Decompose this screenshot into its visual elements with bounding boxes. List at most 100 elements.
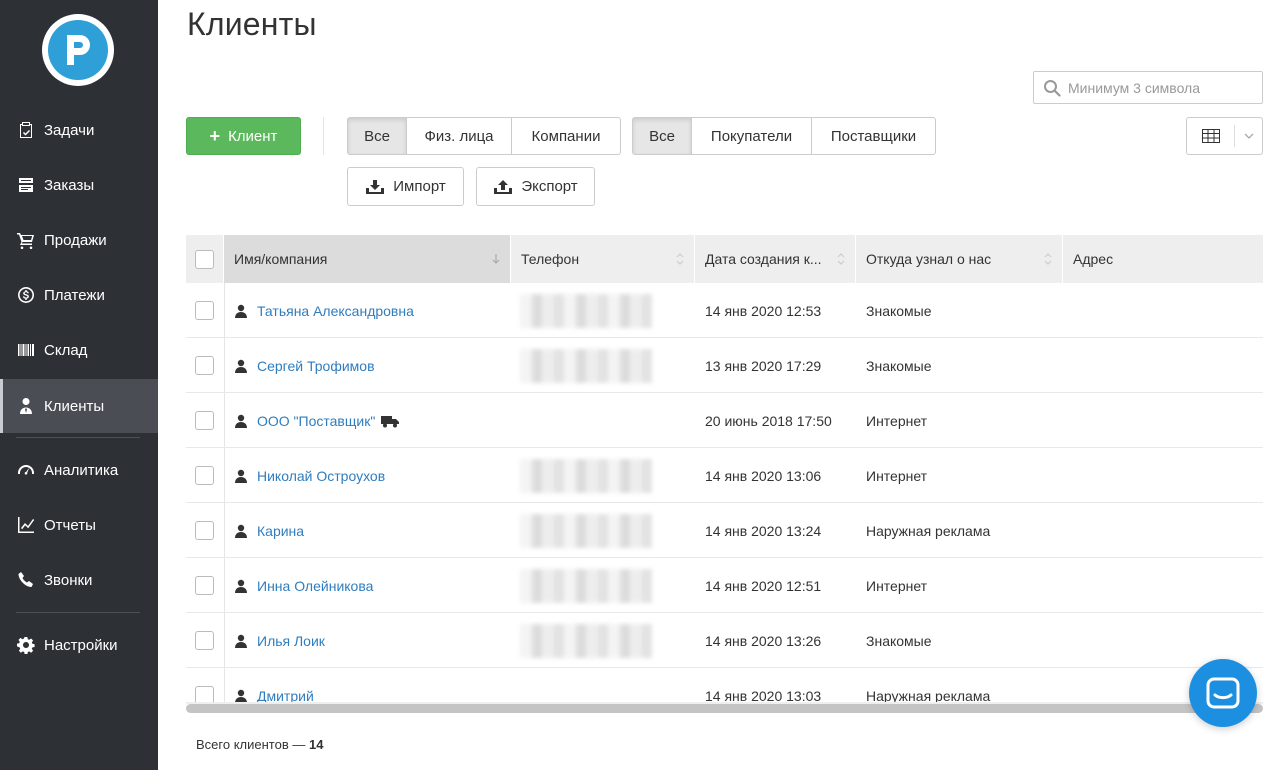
sidebar-item-settings[interactable]: Настройки xyxy=(0,618,158,672)
role-filter-group: Все Покупатели Поставщики xyxy=(632,117,936,155)
person-icon xyxy=(235,359,247,373)
row-checkbox[interactable] xyxy=(195,356,214,375)
phone-cell xyxy=(520,283,652,338)
source-cell: Знакомые xyxy=(866,632,932,649)
client-name-link[interactable]: ООО "Поставщик" xyxy=(257,413,375,429)
sidebar-item-label: Задачи xyxy=(44,121,95,139)
row-checkbox[interactable] xyxy=(195,301,214,320)
total-clients: Всего клиентов — 14 xyxy=(196,737,323,752)
search-icon xyxy=(1044,79,1061,97)
client-name-link[interactable]: Инна Олейникова xyxy=(257,578,373,594)
person-icon xyxy=(235,689,247,703)
type-filter-all[interactable]: Все xyxy=(347,117,407,155)
person-icon xyxy=(235,579,247,593)
type-filter-group: Все Физ. лица Компании xyxy=(347,117,621,155)
sidebar-item-warehouse[interactable]: Склад xyxy=(0,323,158,377)
select-all-checkbox[interactable] xyxy=(195,249,214,269)
source-cell: Наружная реклама xyxy=(866,687,991,704)
horizontal-scrollbar[interactable] xyxy=(186,704,1263,713)
chat-widget-button[interactable] xyxy=(1189,659,1257,727)
table-row[interactable]: Инна Олейникова 14 янв 2020 12:51 Интернет xyxy=(186,558,1263,613)
row-checkbox-cell xyxy=(195,503,214,558)
import-label: Импорт xyxy=(393,178,446,195)
toolbar-divider xyxy=(323,117,324,155)
sidebar-item-reports[interactable]: Отчеты xyxy=(0,498,158,552)
client-name-cell: ООО "Поставщик" xyxy=(234,393,400,448)
column-header-phone[interactable]: Телефон xyxy=(511,235,695,283)
type-filter-individuals[interactable]: Физ. лица xyxy=(407,117,512,155)
sidebar-item-tasks[interactable]: Задачи xyxy=(0,103,158,157)
phone-cell xyxy=(520,613,652,668)
created-date-cell: 14 янв 2020 13:26 xyxy=(705,632,822,649)
client-name-cell: Карина xyxy=(234,503,304,558)
import-button[interactable]: Импорт xyxy=(347,167,464,206)
sidebar-item-label: Аналитика xyxy=(44,461,119,479)
source-cell: Интернет xyxy=(866,467,928,484)
app-logo[interactable] xyxy=(42,14,114,86)
sidebar-item-label: Настройки xyxy=(44,636,118,654)
role-filter-all[interactable]: Все xyxy=(632,117,692,155)
row-checkbox-cell xyxy=(195,393,214,448)
column-header-source[interactable]: Откуда узнал о нас xyxy=(856,235,1063,283)
source-cell: Знакомые xyxy=(866,302,932,319)
row-checkbox[interactable] xyxy=(195,466,214,485)
column-header-address[interactable]: Адрес xyxy=(1063,235,1263,283)
column-header-created[interactable]: Дата создания к... xyxy=(695,235,856,283)
client-name-link[interactable]: Илья Лоик xyxy=(257,633,325,649)
add-client-button[interactable]: + Клиент xyxy=(186,117,301,155)
row-checkbox-cell xyxy=(195,448,214,503)
page-title: Клиенты xyxy=(187,6,317,42)
client-name-link[interactable]: Татьяна Александровна xyxy=(257,303,414,319)
phone-cell xyxy=(520,393,652,448)
line-chart-icon xyxy=(16,515,36,535)
table-row[interactable]: Татьяна Александровна 14 янв 2020 12:53 Зн… xyxy=(186,283,1263,338)
client-name-link[interactable]: Карина xyxy=(257,523,304,539)
table-row[interactable]: Сергей Трофимов 13 янв 2020 17:29 Знакомые xyxy=(186,338,1263,393)
client-name-cell: Татьяна Александровна xyxy=(234,283,414,338)
table-row[interactable]: Илья Лоик 14 янв 2020 13:26 Знакомые xyxy=(186,613,1263,668)
client-name-link[interactable]: Сергей Трофимов xyxy=(257,358,375,374)
chevron-down-icon xyxy=(1244,133,1253,139)
table-row[interactable]: Николай Остроухов 14 янв 2020 13:06 Интерн… xyxy=(186,448,1263,503)
barcode-icon xyxy=(16,340,36,360)
row-checkbox[interactable] xyxy=(195,576,214,595)
search-input[interactable] xyxy=(1068,79,1248,96)
import-icon xyxy=(366,179,385,194)
type-filter-companies[interactable]: Компании xyxy=(512,117,621,155)
row-checkbox[interactable] xyxy=(195,521,214,540)
column-header-name[interactable]: Имя/компания xyxy=(224,235,511,283)
total-clients-label: Всего клиентов — xyxy=(196,737,306,752)
source-cell: Интернет xyxy=(866,412,928,429)
role-filter-suppliers[interactable]: Поставщики xyxy=(812,117,936,155)
view-toggle-button[interactable] xyxy=(1186,117,1263,155)
phone-cell xyxy=(520,668,652,723)
plus-icon: + xyxy=(209,126,221,146)
phone-cell xyxy=(520,558,652,613)
sidebar-item-clients[interactable]: Клиенты xyxy=(0,379,158,433)
user-tie-icon xyxy=(16,396,36,416)
sidebar-item-payments[interactable]: Платежи xyxy=(0,268,158,322)
sidebar-item-calls[interactable]: Звонки xyxy=(0,553,158,607)
table-row[interactable]: Карина 14 янв 2020 13:24 Наружная реклама xyxy=(186,503,1263,558)
sidebar-item-sales[interactable]: Продажи xyxy=(0,213,158,267)
sort-desc-icon xyxy=(492,254,500,264)
export-button[interactable]: Экспорт xyxy=(476,167,595,206)
sidebar-item-label: Продажи xyxy=(44,231,107,249)
table-row[interactable]: Дмитрий 14 янв 2020 13:03 Наружная реклама xyxy=(186,668,1263,723)
add-client-label: Клиент xyxy=(228,127,278,145)
row-checkbox[interactable] xyxy=(195,631,214,650)
search-box[interactable] xyxy=(1033,71,1263,104)
source-cell: Наружная реклама xyxy=(866,522,991,539)
row-checkbox-cell xyxy=(195,338,214,393)
role-filter-buyers[interactable]: Покупатели xyxy=(692,117,812,155)
created-date-cell: 14 янв 2020 13:06 xyxy=(705,467,822,484)
phone-cell xyxy=(520,503,652,558)
column-header-label: Дата создания к... xyxy=(705,251,822,267)
sidebar-item-orders[interactable]: Заказы xyxy=(0,158,158,212)
redacted-phone xyxy=(520,513,652,548)
sidebar-item-analytics[interactable]: Аналитика xyxy=(0,443,158,497)
phone-cell xyxy=(520,338,652,393)
client-name-link[interactable]: Николай Остроухов xyxy=(257,468,385,484)
row-checkbox[interactable] xyxy=(195,411,214,430)
table-row[interactable]: ООО "Поставщик" 20 июнь 2018 17:50 Интерне… xyxy=(186,393,1263,448)
